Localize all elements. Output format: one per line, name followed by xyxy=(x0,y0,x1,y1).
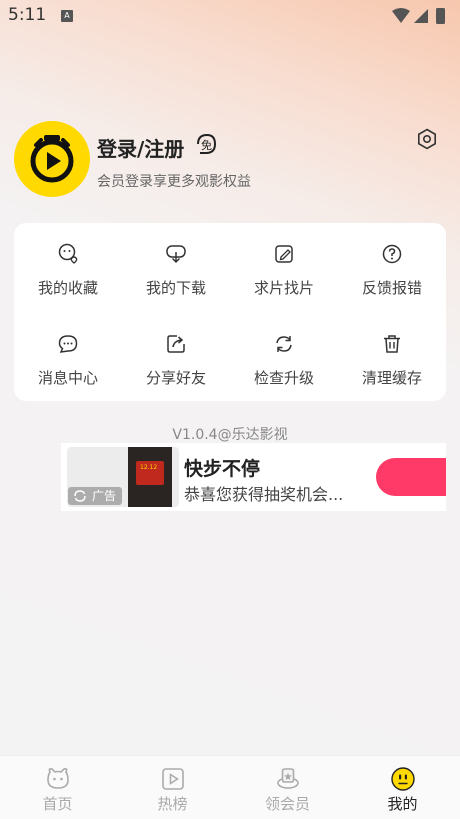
ad-tag-label: 广告 xyxy=(92,489,117,503)
version-text: V1.0.4@乐达影视 xyxy=(172,427,288,443)
grid-label: 清理缓存 xyxy=(361,369,422,387)
grid-item-download[interactable]: 我的下载 xyxy=(122,223,230,297)
status-bar: 5:11 A xyxy=(0,0,460,32)
vip-icon xyxy=(277,768,299,789)
nav-item-vip[interactable]: 领会员 xyxy=(230,756,345,819)
function-grid: 我的收藏 我的下载 求片找片 反馈报错 消息中心 分享好友 检查升级 清理缓存 xyxy=(14,223,446,401)
request-movie-icon xyxy=(275,245,293,263)
ad-banner[interactable]: 12.12 广告 快步不停 恭喜您获得抽奖机会... xyxy=(61,443,446,511)
grid-label: 分享好友 xyxy=(145,369,206,387)
feedback-icon xyxy=(382,244,402,264)
wifi-icon xyxy=(392,8,410,23)
favorites-icon xyxy=(58,243,78,264)
status-time: 5:11 xyxy=(8,5,47,25)
battery-icon xyxy=(436,8,445,24)
grid-item-clear-cache[interactable]: 清理缓存 xyxy=(338,313,446,387)
ad-thumbnail-text: 12.12 xyxy=(140,464,157,471)
grid-item-request[interactable]: 求片找片 xyxy=(230,223,338,297)
nav-label: 首页 xyxy=(42,795,73,813)
free-badge-icon: 免 xyxy=(197,133,217,154)
ad-description: 恭喜您获得抽奖机会... xyxy=(184,485,344,504)
bottom-nav: 首页 热榜 领会员 我的 xyxy=(0,755,460,819)
grid-item-feedback[interactable]: 反馈报错 xyxy=(338,223,446,297)
share-icon xyxy=(167,335,185,353)
nav-item-hot-list[interactable]: 热榜 xyxy=(115,756,230,819)
ad-refresh-icon xyxy=(74,490,86,502)
status-icons xyxy=(392,8,445,24)
home-icon xyxy=(47,768,69,789)
grid-label: 我的收藏 xyxy=(37,279,98,297)
avatar[interactable] xyxy=(14,121,90,197)
login-subtitle: 会员登录享更多观影权益 xyxy=(97,174,251,190)
grid-label: 求片找片 xyxy=(253,279,314,297)
settings-icon[interactable] xyxy=(416,128,438,150)
nav-item-home[interactable]: 首页 xyxy=(0,756,115,819)
message-icon xyxy=(58,335,78,353)
grid-label: 消息中心 xyxy=(37,369,98,387)
download-icon xyxy=(166,245,186,264)
nav-label: 我的 xyxy=(387,795,418,813)
hot-list-icon xyxy=(162,768,184,790)
grid-item-share[interactable]: 分享好友 xyxy=(122,313,230,387)
grid-item-message[interactable]: 消息中心 xyxy=(14,313,122,387)
app-logo-icon xyxy=(30,135,74,183)
ad-thumbnail: 12.12 xyxy=(128,447,172,507)
ad-action-button[interactable] xyxy=(376,458,446,496)
login-register-link[interactable]: 登录/注册 xyxy=(97,133,184,162)
update-icon xyxy=(276,336,292,352)
grid-label: 我的下载 xyxy=(145,279,206,297)
grid-label: 检查升级 xyxy=(253,369,314,387)
nav-label: 领会员 xyxy=(264,795,310,813)
grid-item-update[interactable]: 检查升级 xyxy=(230,313,338,387)
ad-title: 快步不停 xyxy=(184,458,261,480)
signal-icon xyxy=(414,9,428,23)
ad-tag: 广告 xyxy=(68,487,122,505)
notification-icon: A xyxy=(61,10,73,22)
trash-icon xyxy=(384,335,400,353)
mine-icon xyxy=(391,767,415,791)
grid-label: 反馈报错 xyxy=(361,279,422,297)
nav-item-mine[interactable]: 我的 xyxy=(345,756,460,819)
nav-label: 热榜 xyxy=(157,795,188,813)
grid-item-favorites[interactable]: 我的收藏 xyxy=(14,223,122,297)
free-badge-text: 免 xyxy=(201,138,212,152)
